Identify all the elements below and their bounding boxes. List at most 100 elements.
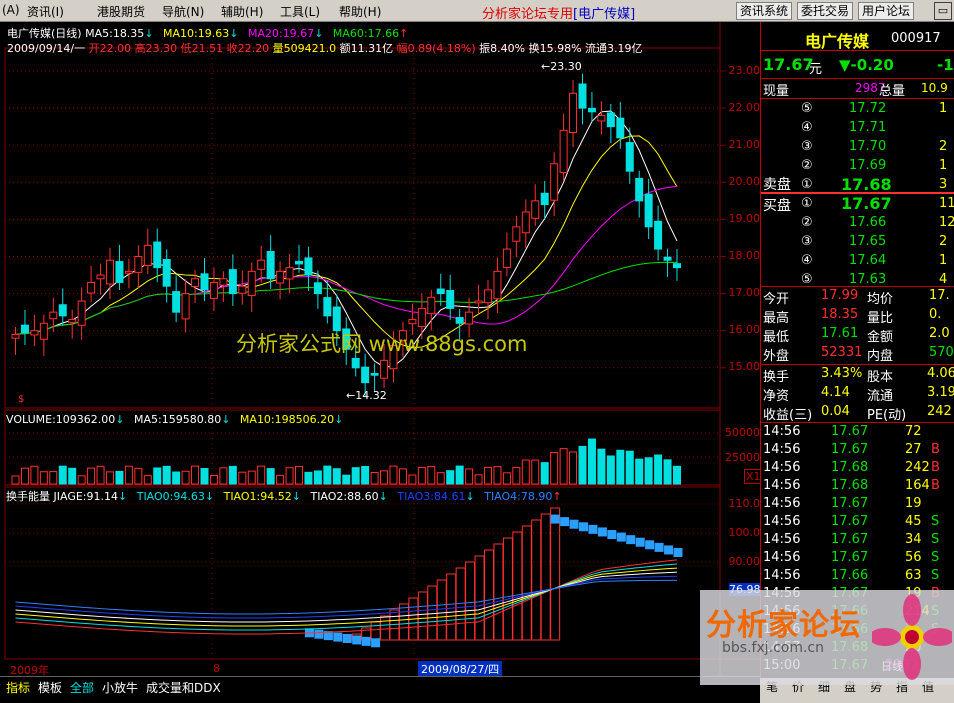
candle-body	[606, 112, 615, 128]
candle-body	[635, 177, 644, 202]
volume-bar	[124, 465, 133, 485]
tab-xiaofangniu[interactable]: 小放牛	[102, 679, 138, 696]
ind-y-tick: 90.00	[728, 555, 761, 568]
candle-body	[550, 163, 559, 201]
stat-value: 570	[929, 345, 954, 360]
forum-banner: 分析家论坛专用[电广传媒]	[482, 7, 636, 22]
flower-icon	[872, 594, 952, 680]
quote-change: ▼-0.20	[839, 56, 894, 74]
fundamental-label: 换手	[763, 370, 790, 385]
stat-value: 52331	[821, 345, 863, 360]
candle-body	[474, 300, 483, 304]
stat-label: 最高	[763, 311, 790, 326]
watermark-text: 分析家公式网 www.88gs.com	[236, 332, 528, 356]
candle-body	[134, 256, 143, 273]
label-sell: 卖盘	[763, 177, 791, 193]
quote-price: 17.67	[763, 55, 814, 74]
ask-level-4: ④ 17.71	[761, 119, 954, 138]
tick-price: 17.67	[831, 550, 869, 565]
volume-bar	[191, 465, 200, 485]
candle-body	[209, 281, 218, 299]
stat-row: 今开 17.99 均价 17.	[761, 288, 954, 307]
menu-item-tools[interactable]: 工具(L)	[280, 3, 320, 20]
candle-body	[521, 211, 530, 234]
candle-body	[578, 83, 587, 109]
menu-item-a[interactable]: (A)	[2, 3, 20, 17]
volume-bar	[380, 470, 389, 485]
candle-body	[219, 278, 228, 286]
indicator-step-block	[550, 514, 560, 524]
candle-body	[162, 258, 171, 287]
bid-level-1: ① 17.67 11	[761, 194, 954, 214]
quote-change-pct: -1	[937, 56, 954, 74]
fundamental-value: 3.43%	[821, 366, 863, 381]
volume-bar	[616, 449, 625, 485]
forum-logo: 分析家论坛 bbs.fxj.com.cn	[700, 590, 954, 685]
y-tick: 21.00	[728, 138, 761, 151]
y-tick: 16.00	[728, 323, 761, 336]
indicator-step	[436, 579, 447, 641]
ma10-line	[15, 135, 678, 349]
menu-item-navigate[interactable]: 导航(N)	[162, 3, 204, 20]
info-system-button[interactable]: 资讯系统	[736, 2, 793, 20]
ma20-value: MA20:19.67	[247, 27, 315, 40]
volume-bar	[455, 465, 464, 485]
label-zongliang: 总量	[879, 84, 906, 99]
ask-level-index: ④	[801, 120, 813, 135]
bid-price: 17.66	[849, 215, 887, 230]
menu-item-news[interactable]: 资讯(I)	[27, 3, 64, 20]
indicator-step	[502, 537, 513, 641]
ask-price: 17.72	[849, 101, 887, 116]
tab-all[interactable]: 全部	[70, 679, 94, 696]
vol-y-tick: 25000	[725, 451, 760, 464]
indicator-step-block	[314, 629, 324, 639]
stock-period-label: 电广传媒(日线)	[7, 27, 82, 40]
fundamental-value: 3.19	[927, 385, 954, 400]
tab-indicator[interactable]: 指标	[6, 679, 30, 696]
volume-bar	[39, 471, 48, 485]
volume-bar	[209, 474, 218, 485]
menu-item-hk-futures[interactable]: 港股期货	[97, 3, 145, 20]
tick-volume: 242	[905, 460, 930, 475]
tick-volume: 72	[905, 424, 922, 439]
candle-body	[540, 192, 549, 206]
bid-price: 17.65	[849, 234, 887, 249]
candle-body	[408, 319, 417, 325]
menu-item-help[interactable]: 帮助(H)	[339, 3, 381, 20]
candle-body	[512, 226, 521, 242]
indicator-step	[417, 591, 428, 641]
user-forum-button[interactable]: 用户论坛	[858, 2, 915, 20]
volume-bar	[257, 465, 266, 485]
tick-side: B	[931, 442, 940, 457]
tick-side: S	[931, 514, 940, 529]
volume-bar	[484, 466, 492, 485]
indicator-step	[474, 555, 485, 641]
menu-item-assist[interactable]: 辅助(H)	[221, 3, 263, 20]
indicator-step	[398, 603, 409, 641]
indicator-step-block	[664, 545, 674, 555]
tick-row: 14:56 17.67 19	[761, 496, 954, 514]
trade-button[interactable]: 委托交易	[797, 2, 854, 20]
tab-volume-ddx[interactable]: 成交量和DDX	[146, 679, 221, 696]
candle-body	[295, 260, 303, 265]
indicator-legend: 换手能量 JIAGE:91.14↓ TIAO0:94.63↓ TIAO1:94.…	[6, 490, 562, 503]
candle-body	[493, 270, 502, 300]
volume-bar	[587, 438, 596, 485]
restore-window-icon[interactable]: ▭	[934, 2, 952, 20]
tick-side: S	[931, 532, 940, 547]
tick-volume: 63	[905, 568, 922, 583]
tick-time: 14:56	[763, 478, 801, 493]
volume-bar	[550, 451, 559, 485]
volume-bar	[351, 467, 360, 485]
logo-url: bbs.fxj.com.cn	[722, 640, 824, 656]
volume-bar	[436, 472, 445, 485]
cursor-date-label: 2009/08/27/四	[418, 661, 503, 677]
x-month-label: 8	[213, 662, 220, 675]
stat-label: 最低	[763, 330, 790, 345]
indicator-step-block	[673, 548, 683, 557]
fundamental-value: 242	[927, 404, 952, 419]
stat-row: 外盘 52331 内盘 570	[761, 345, 954, 364]
tab-template[interactable]: 模板	[38, 679, 62, 696]
volume-bar	[295, 465, 303, 485]
volume-bar	[361, 465, 370, 485]
